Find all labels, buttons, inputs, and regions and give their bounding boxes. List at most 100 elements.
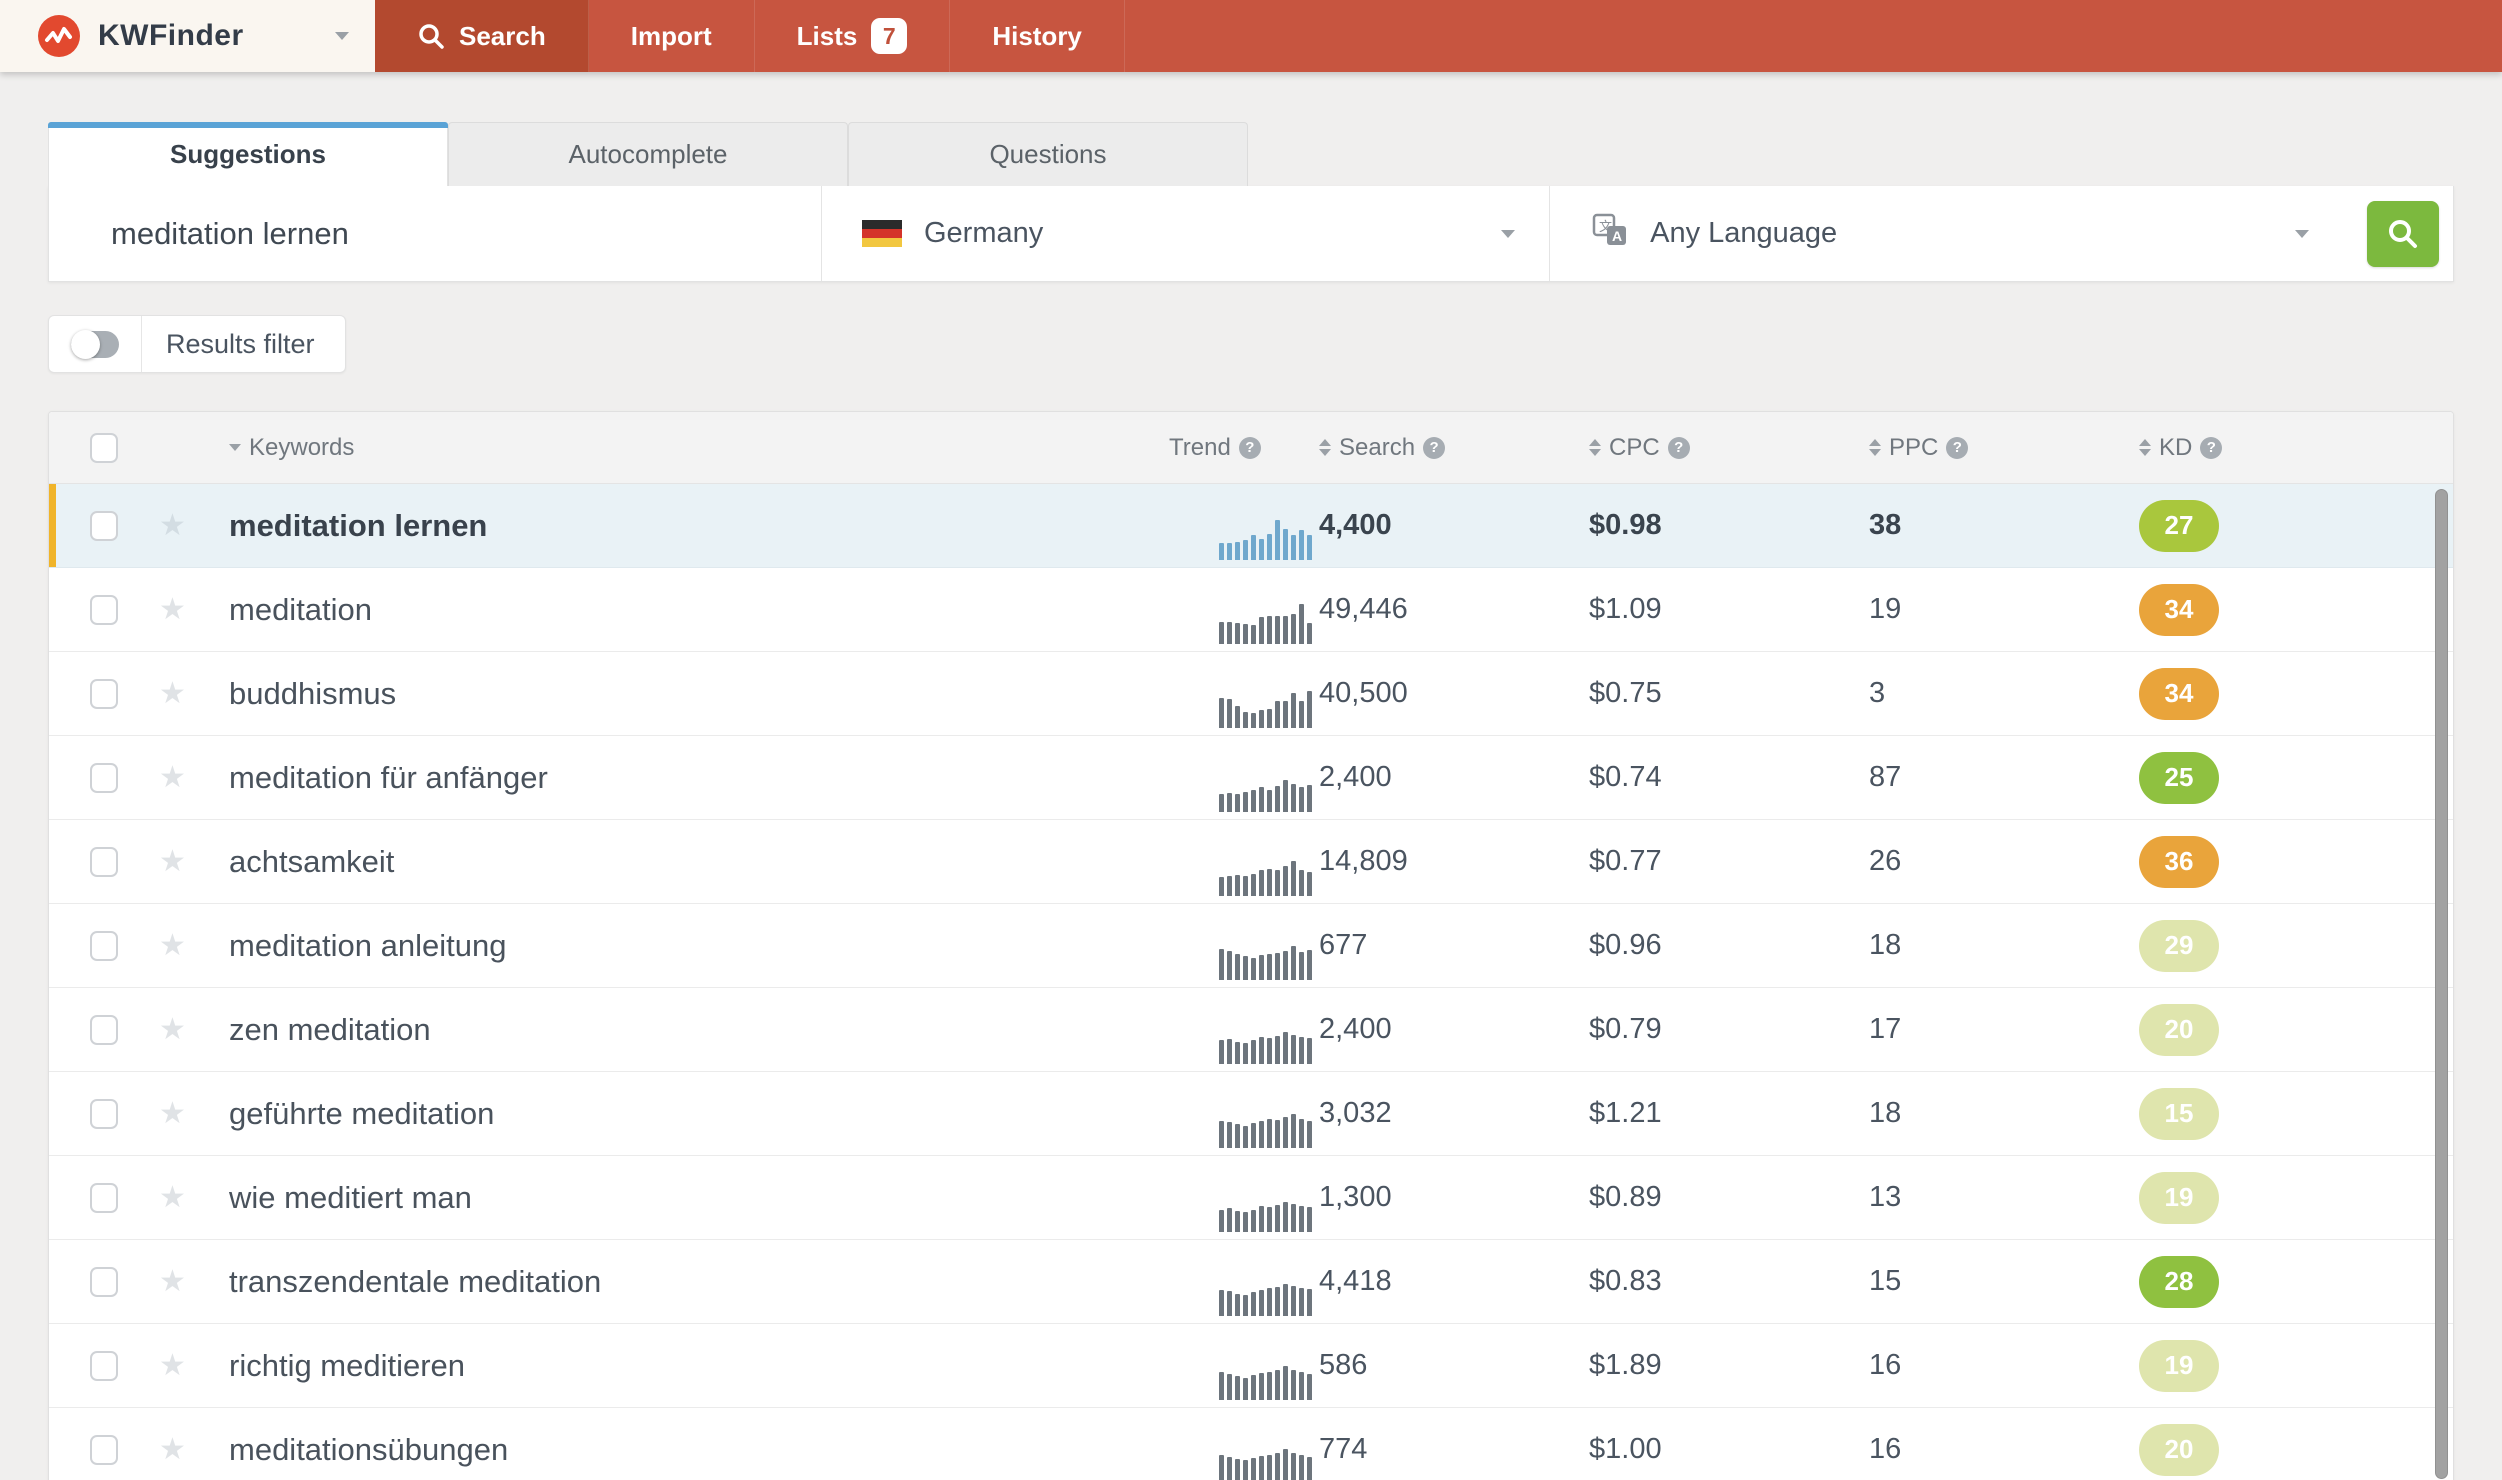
sort-desc-icon bbox=[229, 444, 241, 451]
keyword-text[interactable]: zen meditation bbox=[229, 1012, 431, 1047]
keyword-text[interactable]: geführte meditation bbox=[229, 1096, 494, 1131]
kd-badge[interactable]: 20 bbox=[2139, 1004, 2219, 1056]
table-scrollbar[interactable] bbox=[2435, 489, 2448, 1479]
row-checkbox[interactable] bbox=[90, 1099, 118, 1129]
star-icon[interactable]: ★ bbox=[159, 1433, 186, 1466]
row-checkbox[interactable] bbox=[90, 1267, 118, 1297]
row-checkbox[interactable] bbox=[90, 679, 118, 709]
kd-badge[interactable]: 20 bbox=[2139, 1424, 2219, 1476]
row-checkbox[interactable] bbox=[90, 931, 118, 961]
trend-sparkline bbox=[1219, 504, 1312, 560]
star-icon[interactable]: ★ bbox=[159, 845, 186, 878]
column-ppc[interactable]: PPC ? bbox=[1869, 434, 2139, 462]
kd-badge[interactable]: 19 bbox=[2139, 1172, 2219, 1224]
table-row[interactable]: ★ wie meditiert man 1,300 $0.89 13 19 bbox=[49, 1156, 2453, 1240]
nav-item-import[interactable]: Import bbox=[589, 0, 755, 72]
row-checkbox[interactable] bbox=[90, 595, 118, 625]
row-checkbox[interactable] bbox=[90, 1183, 118, 1213]
search-volume: 4,418 bbox=[1319, 1265, 1392, 1297]
cpc-value: $0.79 bbox=[1589, 1013, 1662, 1045]
star-icon[interactable]: ★ bbox=[159, 761, 186, 794]
cpc-value: $0.75 bbox=[1589, 677, 1662, 709]
kd-badge[interactable]: 29 bbox=[2139, 920, 2219, 972]
column-search[interactable]: Search ? bbox=[1319, 434, 1589, 462]
kd-badge[interactable]: 36 bbox=[2139, 836, 2219, 888]
keyword-text[interactable]: meditation anleitung bbox=[229, 928, 506, 963]
star-icon[interactable]: ★ bbox=[159, 1265, 186, 1298]
kd-badge[interactable]: 25 bbox=[2139, 752, 2219, 804]
cpc-value: $0.96 bbox=[1589, 929, 1662, 961]
keyword-text[interactable]: meditation bbox=[229, 592, 372, 627]
tab-autocomplete[interactable]: Autocomplete bbox=[448, 122, 848, 186]
chevron-down-icon bbox=[1501, 230, 1515, 238]
star-icon[interactable]: ★ bbox=[159, 1181, 186, 1214]
keyword-text[interactable]: wie meditiert man bbox=[229, 1180, 472, 1215]
star-icon[interactable]: ★ bbox=[159, 593, 186, 626]
trend-sparkline bbox=[1219, 1344, 1312, 1400]
kd-badge[interactable]: 34 bbox=[2139, 668, 2219, 720]
row-checkbox[interactable] bbox=[90, 847, 118, 877]
star-icon[interactable]: ★ bbox=[159, 929, 186, 962]
column-kd[interactable]: KD ? bbox=[2139, 434, 2454, 462]
keyword-text[interactable]: achtsamkeit bbox=[229, 844, 394, 879]
table-row[interactable]: ★ buddhismus 40,500 $0.75 3 34 bbox=[49, 652, 2453, 736]
row-checkbox[interactable] bbox=[90, 1435, 118, 1465]
table-row[interactable]: ★ geführte meditation 3,032 $1.21 18 15 bbox=[49, 1072, 2453, 1156]
star-icon[interactable]: ★ bbox=[159, 1013, 186, 1046]
row-checkbox[interactable] bbox=[90, 1015, 118, 1045]
keyword-input[interactable]: meditation lernen bbox=[49, 186, 821, 281]
kd-badge[interactable]: 19 bbox=[2139, 1340, 2219, 1392]
find-keywords-button[interactable] bbox=[2367, 201, 2439, 267]
location-select[interactable]: Germany bbox=[821, 186, 1549, 281]
row-checkbox[interactable] bbox=[90, 1351, 118, 1381]
table-row[interactable]: ★ transzendentale meditation 4,418 $0.83… bbox=[49, 1240, 2453, 1324]
star-icon[interactable]: ★ bbox=[159, 1097, 186, 1130]
ppc-value: 26 bbox=[1869, 845, 1901, 877]
table-row[interactable]: ★ meditation 49,446 $1.09 19 34 bbox=[49, 568, 2453, 652]
kd-badge[interactable]: 34 bbox=[2139, 584, 2219, 636]
table-row[interactable]: ★ zen meditation 2,400 $0.79 17 20 bbox=[49, 988, 2453, 1072]
brand-menu[interactable]: KWFinder bbox=[0, 0, 375, 72]
column-label: PPC bbox=[1889, 434, 1938, 462]
keyword-text[interactable]: buddhismus bbox=[229, 676, 396, 711]
ppc-value: 3 bbox=[1869, 677, 1885, 709]
star-icon[interactable]: ★ bbox=[159, 677, 186, 710]
help-icon[interactable]: ? bbox=[2200, 437, 2222, 459]
search-volume: 2,400 bbox=[1319, 761, 1392, 793]
tab-suggestions[interactable]: Suggestions bbox=[48, 122, 448, 186]
keyword-text[interactable]: meditationsübungen bbox=[229, 1432, 508, 1467]
tab-questions[interactable]: Questions bbox=[848, 122, 1248, 186]
trend-sparkline bbox=[1219, 588, 1312, 644]
nav-item-history[interactable]: History bbox=[950, 0, 1125, 72]
table-row[interactable]: ★ richtig meditieren 586 $1.89 16 19 bbox=[49, 1324, 2453, 1408]
table-row[interactable]: ★ meditation lernen 4,400 $0.98 38 27 bbox=[49, 484, 2453, 568]
nav-item-lists[interactable]: Lists 7 bbox=[755, 0, 951, 72]
ppc-value: 38 bbox=[1869, 509, 1901, 541]
kd-badge[interactable]: 15 bbox=[2139, 1088, 2219, 1140]
keyword-text[interactable]: richtig meditieren bbox=[229, 1348, 465, 1383]
nav-item-search[interactable]: Search bbox=[375, 0, 589, 72]
star-icon[interactable]: ★ bbox=[159, 509, 186, 542]
row-checkbox[interactable] bbox=[90, 763, 118, 793]
results-filter-toggle[interactable] bbox=[49, 316, 142, 372]
help-icon[interactable]: ? bbox=[1946, 437, 1968, 459]
row-checkbox[interactable] bbox=[90, 511, 118, 541]
kd-badge[interactable]: 27 bbox=[2139, 500, 2219, 552]
keyword-text[interactable]: transzendentale meditation bbox=[229, 1264, 601, 1299]
kd-badge[interactable]: 28 bbox=[2139, 1256, 2219, 1308]
language-select[interactable]: 文 A Any Language bbox=[1549, 186, 2343, 281]
help-icon[interactable]: ? bbox=[1668, 437, 1690, 459]
sort-icon bbox=[1589, 439, 1601, 456]
table-row[interactable]: ★ meditation anleitung 677 $0.96 18 29 bbox=[49, 904, 2453, 988]
help-icon[interactable]: ? bbox=[1239, 437, 1261, 459]
table-row[interactable]: ★ meditationsübungen 774 $1.00 16 20 bbox=[49, 1408, 2453, 1480]
star-icon[interactable]: ★ bbox=[159, 1349, 186, 1382]
keyword-text[interactable]: meditation für anfänger bbox=[229, 760, 548, 795]
select-all-checkbox[interactable] bbox=[90, 433, 118, 463]
table-row[interactable]: ★ meditation für anfänger 2,400 $0.74 87… bbox=[49, 736, 2453, 820]
column-cpc[interactable]: CPC ? bbox=[1589, 434, 1869, 462]
help-icon[interactable]: ? bbox=[1423, 437, 1445, 459]
keyword-text[interactable]: meditation lernen bbox=[229, 508, 487, 543]
column-keywords[interactable]: Keywords bbox=[229, 434, 1169, 462]
table-row[interactable]: ★ achtsamkeit 14,809 $0.77 26 36 bbox=[49, 820, 2453, 904]
